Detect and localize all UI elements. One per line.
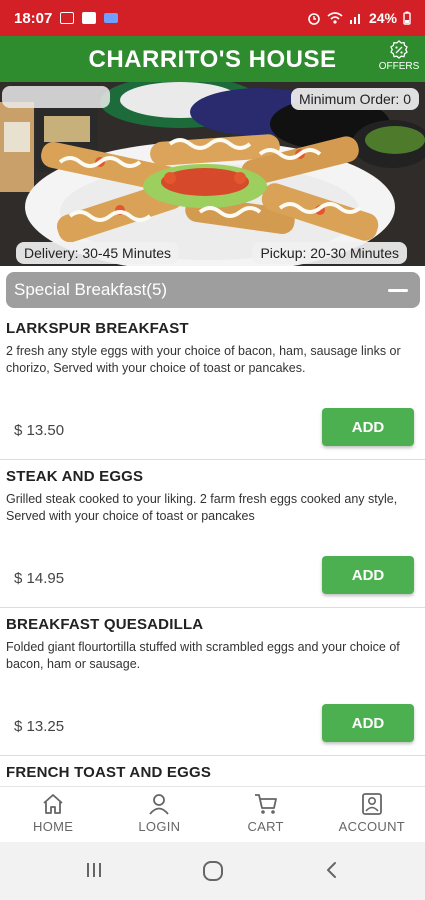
nav-login-label: LOGIN	[138, 819, 181, 834]
category-title: Special Breakfast(5)	[14, 280, 168, 299]
item-name: FRENCH TOAST AND EGGS	[6, 764, 212, 781]
hero-blank-label	[2, 86, 110, 108]
item-price: $ 13.25	[14, 718, 65, 735]
mail-notification-icon	[82, 12, 97, 24]
offers-label: OFFERS	[378, 61, 420, 72]
recents-button[interactable]	[84, 860, 104, 885]
nav-cart[interactable]: CART	[213, 787, 319, 842]
item-description: Grilled steak cooked to your liking. 2 f…	[6, 492, 398, 523]
user-icon	[149, 794, 170, 815]
offers-icon	[390, 40, 408, 59]
menu-item: FRENCH TOAST AND EGGS	[0, 756, 425, 786]
app-header: CHARRITO'S HOUSE OFFERS	[0, 36, 425, 82]
nav-home[interactable]: HOME	[0, 787, 106, 842]
item-name: LARKSPUR BREAKFAST	[6, 320, 189, 337]
item-name: STEAK AND EGGS	[6, 468, 144, 485]
nav-account[interactable]: ACCOUNT	[319, 787, 425, 842]
nav-account-label: ACCOUNT	[338, 819, 406, 834]
nav-cart-label: CART	[247, 819, 284, 834]
wifi-icon	[327, 12, 343, 24]
gallery-notification-icon	[60, 12, 75, 24]
menu-item: LARKSPUR BREAKFAST 2 fresh any style egg…	[0, 312, 425, 460]
status-left: 18:07	[14, 9, 119, 27]
hero-banner: Minimum Order: 0 Delivery: 30-45 Minutes…	[0, 82, 425, 266]
restaurant-title: CHARRITO'S HOUSE	[88, 46, 337, 73]
status-right: 24%	[307, 10, 411, 26]
menu-item: BREAKFAST QUESADILLA Folded giant flourt…	[0, 608, 425, 756]
add-to-cart-button[interactable]: ADD	[322, 704, 414, 742]
item-price: $ 14.95	[14, 570, 65, 587]
system-back-button[interactable]	[322, 860, 342, 885]
add-to-cart-button[interactable]: ADD	[322, 556, 414, 594]
alarm-icon	[308, 13, 320, 25]
menu-item-list[interactable]: LARKSPUR BREAKFAST 2 fresh any style egg…	[0, 312, 425, 786]
cart-icon	[254, 794, 277, 814]
pickup-time-badge: Pickup: 20-30 Minutes	[252, 242, 407, 264]
account-icon	[361, 793, 382, 815]
nav-login[interactable]: LOGIN	[106, 787, 212, 842]
item-name: BREAKFAST QUESADILLA	[6, 616, 204, 633]
delivery-time-badge: Delivery: 30-45 Minutes	[16, 242, 180, 264]
back-icon	[327, 862, 336, 878]
add-to-cart-button[interactable]: ADD	[322, 408, 414, 446]
category-header-special-breakfast[interactable]: Special Breakfast(5)	[6, 272, 420, 308]
app-notification-icon	[104, 13, 119, 23]
nav-home-label: HOME	[33, 819, 74, 834]
status-time: 18:07	[14, 9, 53, 27]
status-bar: 18:07 24%	[0, 0, 425, 36]
home-circle-icon	[203, 861, 223, 881]
item-price: $ 13.50	[14, 422, 65, 439]
item-description: 2 fresh any style eggs with your choice …	[6, 344, 401, 375]
minimum-order-badge: Minimum Order: 0	[290, 88, 419, 110]
menu-item: STEAK AND EGGS Grilled steak cooked to y…	[0, 460, 425, 608]
system-navigation-bar	[0, 842, 425, 900]
system-home-button[interactable]	[202, 860, 224, 887]
bottom-navigation: HOME LOGIN CART ACCOUNT	[0, 786, 425, 842]
offers-button[interactable]: OFFERS	[377, 40, 421, 80]
battery-percent: 24%	[368, 10, 397, 26]
home-icon	[43, 794, 63, 814]
battery-icon	[403, 11, 411, 25]
collapse-icon[interactable]	[388, 288, 408, 292]
recents-icon	[87, 863, 101, 877]
item-description: Folded giant flourtortilla stuffed with …	[6, 640, 400, 671]
signal-icon	[349, 14, 360, 24]
